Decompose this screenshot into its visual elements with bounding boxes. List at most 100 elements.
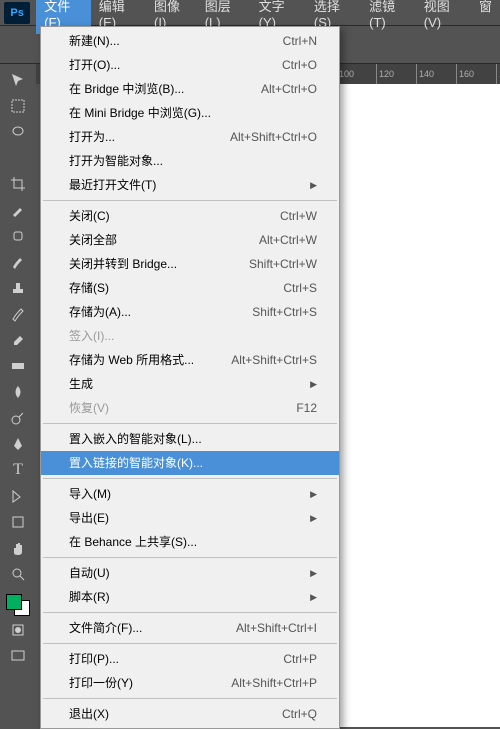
menu-separator <box>43 643 337 644</box>
menu-item-label: 关闭并转到 Bridge... <box>69 255 177 273</box>
menu-item-label: 打开为智能对象... <box>69 152 163 170</box>
menu-item-label: 签入(I)... <box>69 327 114 345</box>
menu-item-label: 恢复(V) <box>69 399 109 417</box>
submenu-arrow-icon: ▶ <box>310 588 317 606</box>
lasso-tool[interactable] <box>4 120 32 144</box>
menu-item[interactable]: 在 Mini Bridge 中浏览(G)... <box>41 101 339 125</box>
stamp-tool[interactable] <box>4 276 32 300</box>
menu-item[interactable]: 存储为 Web 所用格式... Alt+Shift+Ctrl+S <box>41 348 339 372</box>
menubar-item[interactable]: 窗 <box>471 0 500 34</box>
menu-separator <box>43 423 337 424</box>
menu-item-label: 自动(U) <box>69 564 110 582</box>
menu-item[interactable]: 存储为(A)...Shift+Ctrl+S <box>41 300 339 324</box>
menu-item[interactable]: 关闭全部 Alt+Ctrl+W <box>41 228 339 252</box>
screen-mode-tool[interactable] <box>4 644 32 668</box>
menu-item: 签入(I)... <box>41 324 339 348</box>
menu-item-label: 关闭(C) <box>69 207 110 225</box>
menu-item[interactable]: 置入嵌入的智能对象(L)... <box>41 427 339 451</box>
submenu-arrow-icon: ▶ <box>310 176 317 194</box>
menu-item[interactable]: 生成▶ <box>41 372 339 396</box>
brush-tool[interactable] <box>4 250 32 274</box>
menu-item-shortcut: Ctrl+Q <box>282 705 317 723</box>
menu-item[interactable]: 关闭并转到 Bridge...Shift+Ctrl+W <box>41 252 339 276</box>
canvas[interactable] <box>340 84 500 727</box>
menu-item[interactable]: 在 Bridge 中浏览(B)...Alt+Ctrl+O <box>41 77 339 101</box>
submenu-arrow-icon: ▶ <box>310 375 317 393</box>
menu-item-shortcut: Ctrl+W <box>280 207 317 225</box>
menu-item[interactable]: 导出(E)▶ <box>41 506 339 530</box>
eyedropper-tool[interactable] <box>4 198 32 222</box>
menu-item[interactable]: 导入(M) ▶ <box>41 482 339 506</box>
heal-tool[interactable] <box>4 224 32 248</box>
menu-item-label: 新建(N)... <box>69 32 120 50</box>
dodge-tool[interactable] <box>4 406 32 430</box>
menu-item[interactable]: 自动(U) ▶ <box>41 561 339 585</box>
ruler-tick: 140 <box>416 64 456 84</box>
menu-item[interactable]: 新建(N)...Ctrl+N <box>41 29 339 53</box>
watermark: Baidu 经验 <box>405 695 490 719</box>
menu-item[interactable]: 文件简介(F)...Alt+Shift+Ctrl+I <box>41 616 339 640</box>
menu-item-shortcut: F12 <box>296 399 317 417</box>
color-swatch[interactable] <box>6 594 30 616</box>
ruler-tick: 160 <box>456 64 496 84</box>
submenu-arrow-icon: ▶ <box>310 485 317 503</box>
crop-tool[interactable] <box>4 172 32 196</box>
menu-item-label: 在 Mini Bridge 中浏览(G)... <box>69 104 211 122</box>
menu-item[interactable]: 打印一份(Y)Alt+Shift+Ctrl+P <box>41 671 339 695</box>
menu-item[interactable]: 打开为智能对象... <box>41 149 339 173</box>
menu-separator <box>43 698 337 699</box>
menu-item-shortcut: Ctrl+S <box>283 279 317 297</box>
history-brush-tool[interactable] <box>4 302 32 326</box>
ruler-tick: 120 <box>376 64 416 84</box>
menu-item[interactable]: 打印(P)... Ctrl+P <box>41 647 339 671</box>
menu-item[interactable]: 打开为...Alt+Shift+Ctrl+O <box>41 125 339 149</box>
blur-tool[interactable] <box>4 380 32 404</box>
menu-item[interactable]: 置入链接的智能对象(K)... <box>41 451 339 475</box>
menu-item-label: 置入嵌入的智能对象(L)... <box>69 430 202 448</box>
menu-item-shortcut: Shift+Ctrl+S <box>252 303 317 321</box>
menu-item[interactable]: 最近打开文件(T) ▶ <box>41 173 339 197</box>
menu-item-shortcut: Alt+Shift+Ctrl+I <box>236 619 317 637</box>
toolbar: T <box>0 64 36 668</box>
marquee-tool[interactable] <box>4 94 32 118</box>
pen-tool[interactable] <box>4 432 32 456</box>
menu-item-label: 最近打开文件(T) <box>69 176 156 194</box>
menubar-item[interactable]: 滤镜(T) <box>361 0 416 34</box>
menu-item-label: 在 Bridge 中浏览(B)... <box>69 80 184 98</box>
menu-item[interactable]: 存储(S)Ctrl+S <box>41 276 339 300</box>
menu-item-label: 存储为 Web 所用格式... <box>69 351 194 369</box>
menu-item-label: 导入(M) <box>69 485 111 503</box>
move-tool[interactable] <box>4 68 32 92</box>
wand-tool[interactable] <box>4 146 32 170</box>
menu-item-shortcut: Alt+Shift+Ctrl+O <box>230 128 317 146</box>
menu-item-label: 关闭全部 <box>69 231 117 249</box>
ruler-tick: 100 <box>336 64 376 84</box>
type-tool[interactable]: T <box>4 458 32 482</box>
file-menu-dropdown: 新建(N)...Ctrl+N打开(O)...Ctrl+O在 Bridge 中浏览… <box>40 26 340 729</box>
menubar-item[interactable]: 视图(V) <box>416 0 471 34</box>
menu-item-shortcut: Alt+Ctrl+W <box>259 231 317 249</box>
menu-item-shortcut: Alt+Shift+Ctrl+S <box>231 351 317 369</box>
menu-item[interactable]: 打开(O)...Ctrl+O <box>41 53 339 77</box>
menu-item[interactable]: 关闭(C) Ctrl+W <box>41 204 339 228</box>
menu-item-shortcut: Ctrl+P <box>283 650 317 668</box>
menu-item-label: 打印一份(Y) <box>69 674 133 692</box>
shape-tool[interactable] <box>4 510 32 534</box>
path-tool[interactable] <box>4 484 32 508</box>
menu-separator <box>43 557 337 558</box>
menu-separator <box>43 612 337 613</box>
menu-item-label: 打印(P)... <box>69 650 119 668</box>
menu-item[interactable]: 在 Behance 上共享(S)... <box>41 530 339 554</box>
quickmask-tool[interactable] <box>4 618 32 642</box>
eraser-tool[interactable] <box>4 328 32 352</box>
menu-item[interactable]: 脚本(R) ▶ <box>41 585 339 609</box>
submenu-arrow-icon: ▶ <box>310 564 317 582</box>
menu-item[interactable]: 退出(X)Ctrl+Q <box>41 702 339 726</box>
zoom-tool[interactable] <box>4 562 32 586</box>
menu-item-label: 在 Behance 上共享(S)... <box>69 533 197 551</box>
menu-item-label: 脚本(R) <box>69 588 110 606</box>
hand-tool[interactable] <box>4 536 32 560</box>
menu-separator <box>43 478 337 479</box>
menu-item-shortcut: Ctrl+O <box>282 56 317 74</box>
gradient-tool[interactable] <box>4 354 32 378</box>
